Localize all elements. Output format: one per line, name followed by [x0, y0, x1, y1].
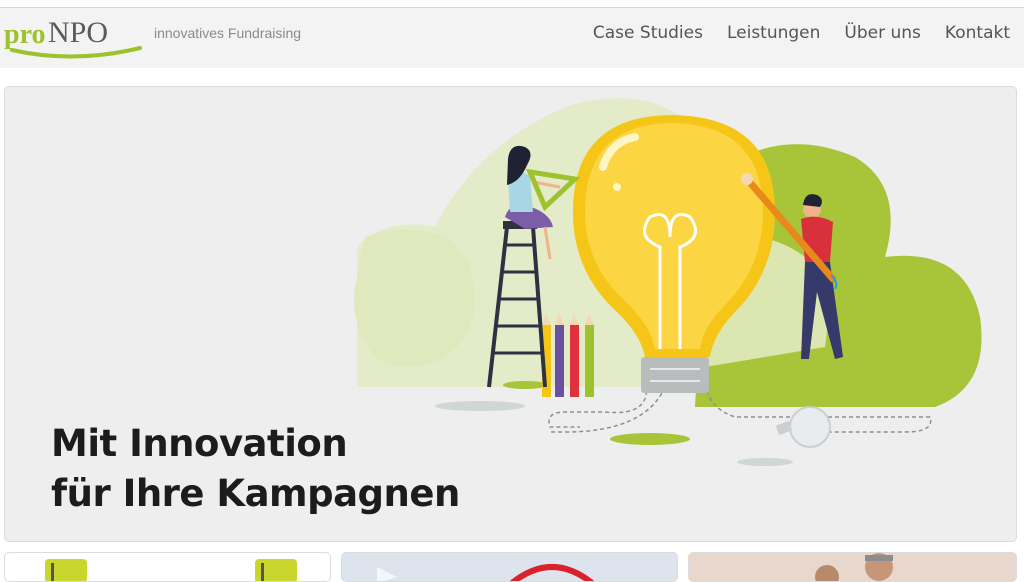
nav-case-studies[interactable]: Case Studies — [581, 21, 715, 45]
hero-title: Mit Innovation für Ihre Kampagnen — [51, 419, 460, 519]
hero-title-line2: für Ihre Kampagnen — [51, 472, 460, 515]
top-border — [0, 0, 1024, 8]
case-card-1[interactable] — [4, 552, 331, 582]
nav-kontakt[interactable]: Kontakt — [933, 21, 1010, 45]
green-objects-thumbnail — [45, 559, 297, 581]
logo-pro-text: pro — [4, 19, 46, 50]
people-thumbnail — [815, 553, 893, 581]
hero-banner: Mit Innovation für Ihre Kampagnen — [4, 86, 1017, 542]
tagline: innovatives Fundraising — [154, 25, 302, 41]
pronpo-logo[interactable]: pro NPO — [4, 12, 144, 60]
site-header: pro NPO innovatives Fundraising Case Stu… — [0, 8, 1024, 68]
red-circle-thumbnail — [377, 564, 594, 581]
main-nav: Case Studies Leistungen Über uns Kontakt — [581, 21, 1010, 45]
case-card-3[interactable] — [688, 552, 1017, 582]
nav-ueber-uns[interactable]: Über uns — [832, 21, 933, 45]
case-cards-row — [4, 552, 1017, 582]
logo-npo-text: NPO — [48, 16, 108, 49]
nav-leistungen[interactable]: Leistungen — [715, 21, 832, 45]
hero-title-line1: Mit Innovation — [51, 422, 348, 465]
case-card-2[interactable] — [341, 552, 678, 582]
